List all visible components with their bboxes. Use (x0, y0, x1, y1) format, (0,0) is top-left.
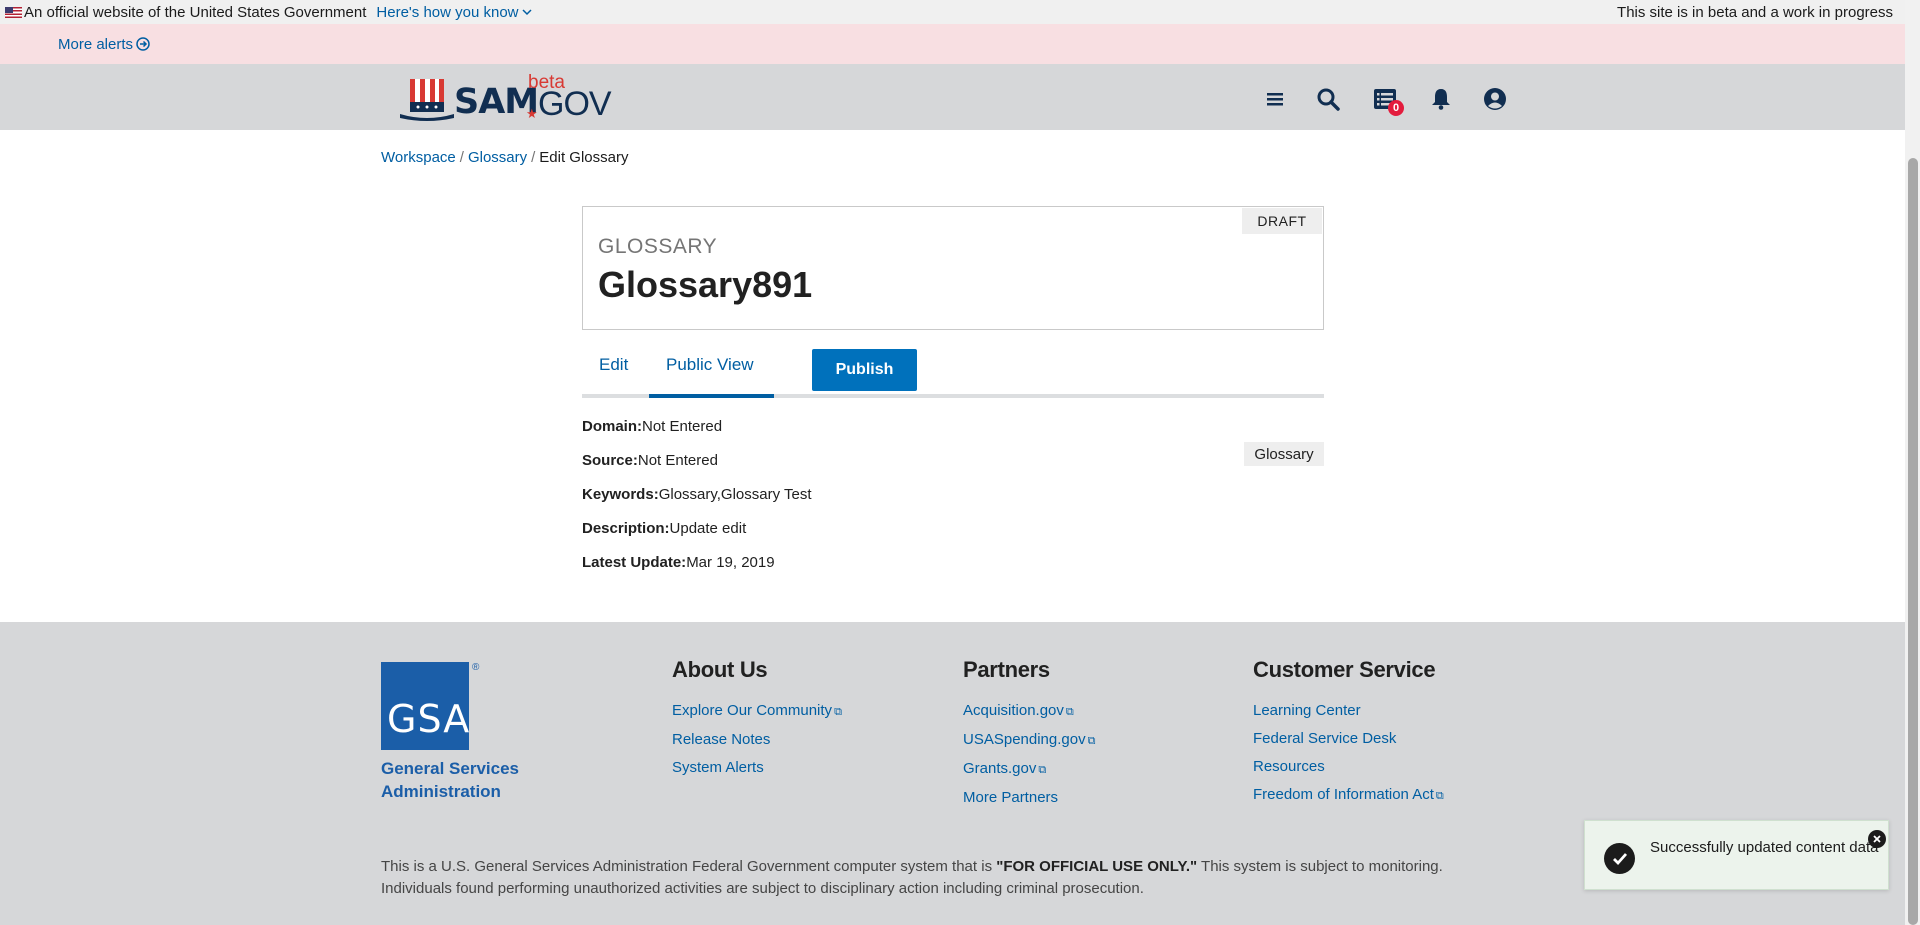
external-link-icon: ⧉ (1087, 735, 1096, 747)
footer-heading-about: About Us (672, 657, 768, 682)
publish-button[interactable]: Publish (812, 349, 917, 391)
how-you-know-label: Here's how you know (376, 3, 519, 21)
detail-label: Description: (582, 520, 670, 537)
external-link-icon: ⧉ (1435, 790, 1444, 802)
detail-label: Source: (582, 452, 638, 469)
detail-latest-update: Latest Update:Mar 19, 2019 (582, 550, 1324, 584)
footer-link-learning-center[interactable]: Learning Center (1253, 697, 1444, 725)
footer-partners-column: Partners Acquisition.gov ⧉ USASpending.go… (963, 657, 1095, 812)
site-header: SAM beta ★ GOV 0 (0, 64, 1905, 130)
profile-button[interactable] (1480, 84, 1510, 114)
arrow-circle-right-icon (136, 37, 150, 51)
detail-value: Glossary,Glossary Test (658, 486, 812, 503)
search-button[interactable] (1313, 84, 1343, 114)
uncle-sam-hat-icon (400, 79, 454, 121)
hamburger-menu-icon (1267, 93, 1283, 106)
beta-notice: This site is in beta and a work in progr… (1617, 3, 1893, 21)
footer-disclaimer: This is a U.S. General Services Administ… (381, 858, 1443, 897)
gsa-logo-text: GSA (387, 697, 471, 741)
footer-link-resources[interactable]: Resources (1253, 753, 1444, 781)
chevron-down-icon (522, 8, 532, 15)
alert-bar: More alerts (0, 24, 1905, 64)
breadcrumb-separator: / (531, 149, 536, 166)
search-icon (1317, 88, 1340, 111)
more-alerts-label: More alerts (58, 35, 134, 53)
notification-count-badge: 0 (1388, 100, 1404, 116)
detail-label: Latest Update: (582, 554, 687, 571)
check-circle-icon (1604, 843, 1635, 874)
footer-link-more-partners[interactable]: More Partners (963, 784, 1095, 812)
glossary-type-tag: Glossary (1244, 442, 1324, 466)
detail-value: Mar 19, 2019 (686, 554, 775, 571)
detail-domain: Domain:Not Entered (582, 414, 1324, 448)
page-title: Glossary891 (598, 264, 813, 305)
breadcrumb-glossary-link[interactable]: Glossary (468, 149, 527, 166)
status-badge: DRAFT (1242, 208, 1322, 234)
messages-button[interactable]: 0 (1370, 84, 1404, 116)
gov-banner: An official website of the United States… (0, 0, 1905, 24)
notifications-button[interactable] (1426, 84, 1456, 114)
detail-description: Description:Update edit (582, 516, 1324, 550)
detail-keywords: Keywords:Glossary,Glossary Test (582, 482, 1324, 516)
detail-value: Not Entered (637, 452, 718, 469)
breadcrumb-current: Edit Glossary (539, 149, 629, 166)
gsa-logo[interactable]: GSA (381, 662, 469, 750)
toast-message: Successfully updated content data (1650, 839, 1879, 856)
footer-about-column: About Us Explore Our Community ⧉ Release … (672, 657, 842, 782)
footer-link-explore-community[interactable]: Explore Our Community ⧉ (672, 697, 842, 726)
glossary-title-card: DRAFT GLOSSARY Glossary891 (582, 206, 1324, 330)
detail-label: Keywords: (582, 486, 659, 503)
footer-customer-service-column: Customer Service Learning Center Federal… (1253, 657, 1444, 810)
breadcrumb-workspace-link[interactable]: Workspace (381, 149, 456, 166)
footer-heading-customer-service: Customer Service (1253, 657, 1436, 682)
view-tabs: Edit Public View Publish (582, 347, 1324, 398)
detail-source: Source:Not Entered (582, 448, 1324, 482)
glossary-details: Domain:Not Entered Source:Not Entered Ke… (582, 414, 1324, 584)
external-link-icon: ⧉ (1038, 764, 1047, 776)
menu-button[interactable] (1260, 84, 1290, 114)
footer-link-release-notes[interactable]: Release Notes (672, 726, 842, 754)
external-link-icon: ⧉ (1065, 706, 1074, 718)
external-link-icon: ⧉ (834, 706, 842, 718)
how-you-know-link[interactable]: Here's how you know (376, 3, 532, 21)
success-toast: Successfully updated content data (1584, 820, 1889, 890)
detail-value: Not Entered (642, 418, 723, 435)
tab-edit[interactable]: Edit (599, 355, 628, 375)
tab-public-view[interactable]: Public View (666, 355, 754, 375)
registered-mark: ® (472, 662, 480, 673)
breadcrumb-separator: / (459, 149, 464, 166)
footer-link-foia[interactable]: Freedom of Information Act ⧉ (1253, 781, 1444, 810)
footer-link-system-alerts[interactable]: System Alerts (672, 754, 842, 782)
us-flag-icon (5, 6, 22, 18)
footer-heading-partners: Partners (963, 657, 1050, 682)
page-scrollbar[interactable] (1905, 0, 1920, 925)
breadcrumb: Workspace / Glossary / Edit Glossary (381, 149, 629, 166)
detail-value: Update edit (669, 520, 747, 537)
active-tab-indicator (649, 394, 774, 398)
content-type-label: GLOSSARY (598, 235, 718, 258)
bell-icon (1432, 89, 1450, 110)
logo-gov-text: GOV (538, 85, 612, 123)
scrollbar-thumb[interactable] (1908, 158, 1918, 925)
close-icon[interactable] (1868, 830, 1886, 848)
sam-gov-logo[interactable]: SAM beta ★ GOV (398, 72, 612, 124)
gsa-name: General Services Administration (381, 759, 519, 801)
detail-label: Domain: (582, 418, 642, 435)
user-circle-icon (1484, 88, 1506, 110)
footer-link-usaspending[interactable]: USASpending.gov ⧉ (963, 726, 1095, 755)
official-site-text: An official website of the United States… (24, 3, 367, 21)
logo-star-icon: ★ (526, 106, 538, 121)
footer-link-federal-service-desk[interactable]: Federal Service Desk (1253, 725, 1444, 753)
footer-link-grants[interactable]: Grants.gov ⧉ (963, 755, 1095, 784)
more-alerts-link[interactable]: More alerts (58, 36, 150, 53)
footer-link-acquisition[interactable]: Acquisition.gov ⧉ (963, 697, 1095, 726)
